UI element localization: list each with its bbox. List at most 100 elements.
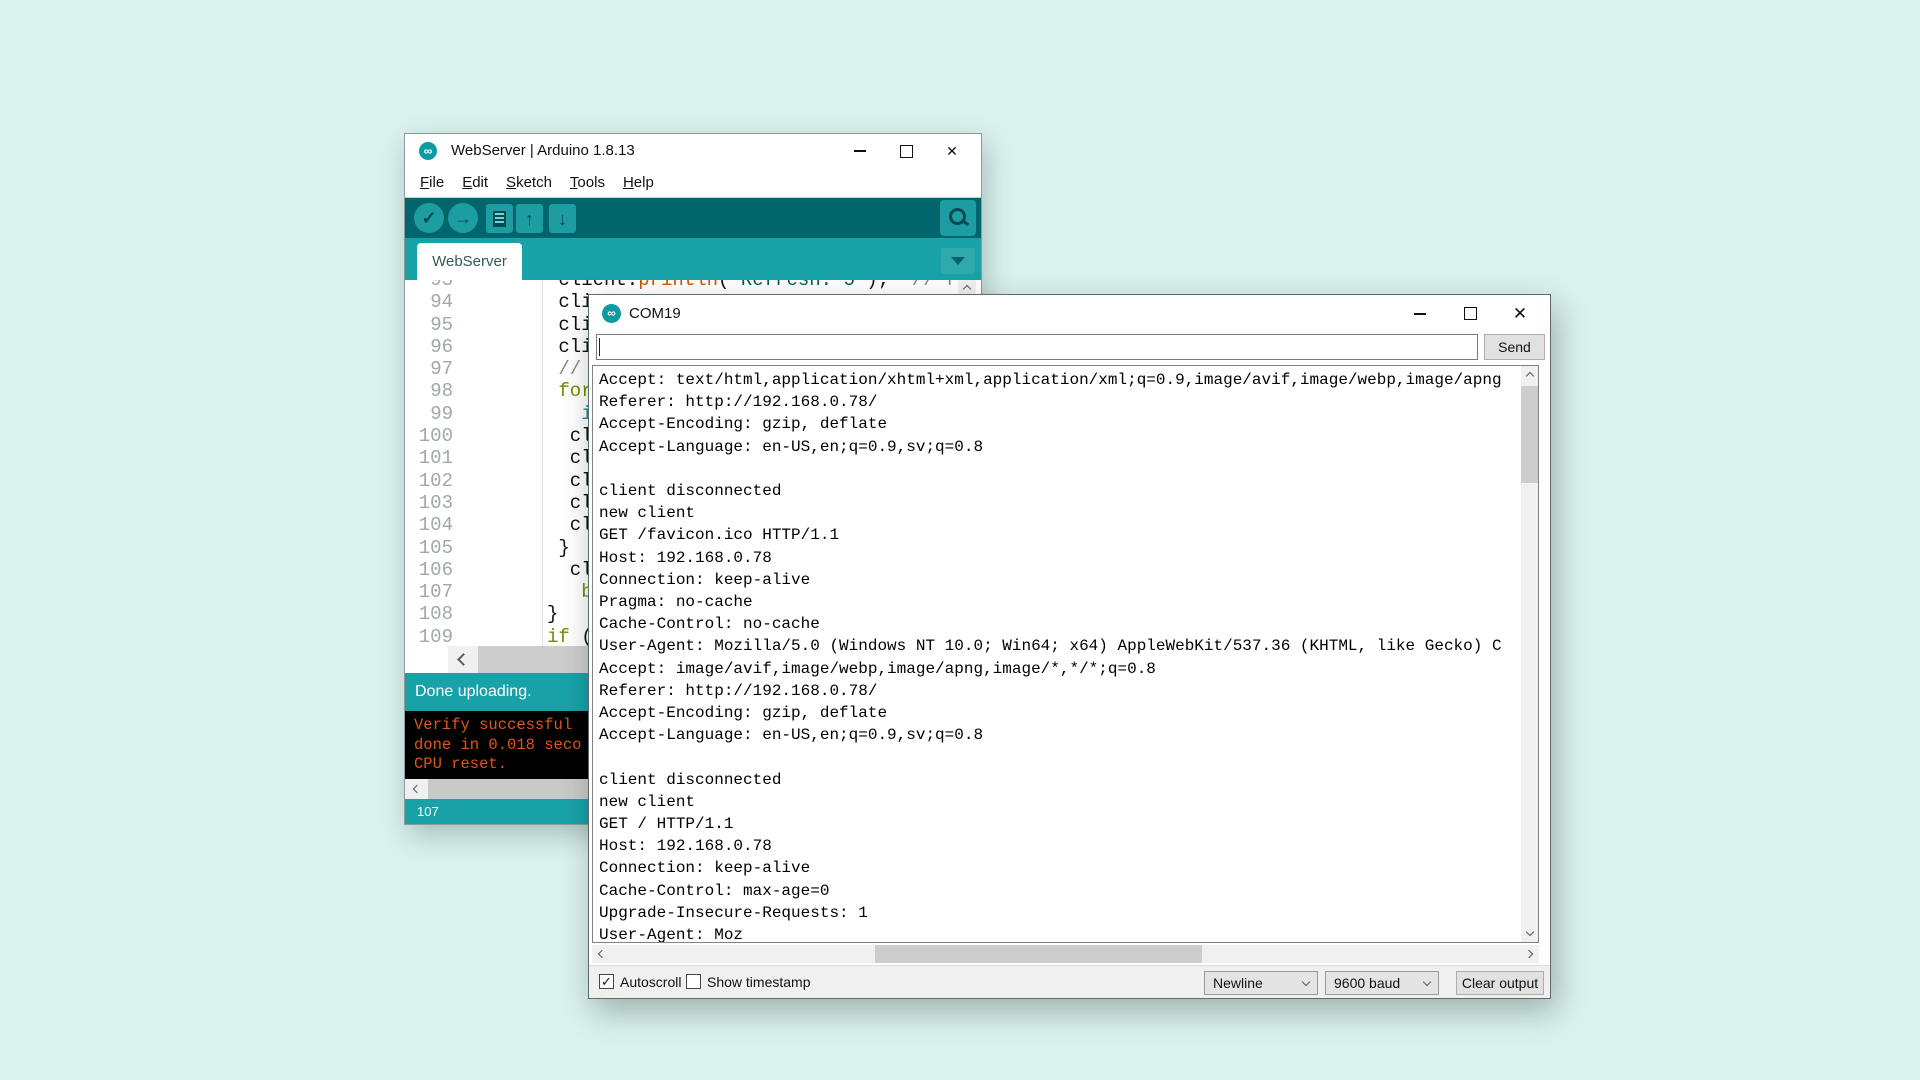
serial-output-area: Accept: text/html,application/xhtml+xml,… [592, 365, 1539, 943]
line-number: 100 [413, 425, 453, 447]
document-icon [493, 211, 506, 227]
console-scroll-left-button[interactable] [405, 779, 426, 799]
close-button[interactable]: ✕ [1495, 295, 1545, 332]
arduino-window-title: WebServer | Arduino 1.8.13 [451, 134, 635, 168]
magnifier-handle [961, 219, 969, 226]
scroll-left-button[interactable] [448, 646, 475, 673]
serial-output-line: Host: 192.168.0.78 [599, 835, 1518, 857]
menu-tools[interactable]: Tools [561, 169, 614, 197]
serial-output-line: Accept: image/avif,image/webp,image/apng… [599, 658, 1518, 680]
clear-output-button[interactable]: Clear output [1456, 971, 1544, 995]
cursor-line-indicator: 107 [417, 804, 439, 819]
serial-output-line: client disconnected [599, 769, 1518, 791]
line-ending-select[interactable]: Newline [1204, 971, 1318, 995]
maximize-button[interactable] [1445, 295, 1495, 332]
menubar: FileEditSketchToolsHelp [405, 168, 981, 198]
down-arrow-icon: ↓ [558, 210, 567, 228]
line-number: 103 [413, 492, 453, 514]
verify-button[interactable]: ✓ [414, 203, 444, 233]
send-button[interactable]: Send [1484, 334, 1545, 360]
editor-vertical-scrollbar[interactable] [958, 280, 976, 295]
serial-monitor-button[interactable] [940, 200, 976, 236]
menu-file[interactable]: File [411, 169, 453, 197]
serial-output-line: User-Agent: Mozilla/5.0 (Windows NT 10.0… [599, 635, 1518, 657]
serial-output-line: Accept-Encoding: gzip, deflate [599, 413, 1518, 435]
close-icon: ✕ [1513, 305, 1527, 322]
menu-help[interactable]: Help [614, 169, 663, 197]
serial-output-line: Accept-Language: en-US,en;q=0.9,sv;q=0.8 [599, 724, 1518, 746]
serial-output-line: Host: 192.168.0.78 [599, 547, 1518, 569]
line-number: 105 [413, 537, 453, 559]
baud-rate-select[interactable]: 9600 baud [1325, 971, 1439, 995]
text-caret [599, 338, 600, 356]
menu-edit[interactable]: Edit [453, 169, 497, 197]
chevron-left-icon [457, 653, 470, 666]
right-arrow-icon: → [454, 209, 472, 227]
new-sketch-button[interactable] [486, 204, 513, 233]
show-timestamp-checkbox[interactable] [686, 974, 701, 989]
minimize-icon [854, 150, 866, 152]
line-number: 99 [413, 403, 453, 425]
autoscroll-checkbox[interactable]: ✓ [599, 974, 614, 989]
output-scrollbar-thumb[interactable] [1521, 386, 1538, 483]
line-number-gutter: 9394959697989910010110210310410510610710… [413, 280, 453, 646]
line-number: 97 [413, 358, 453, 380]
close-button[interactable]: ✕ [929, 134, 975, 168]
line-number: 93 [413, 280, 453, 291]
save-sketch-button[interactable]: ↓ [549, 204, 576, 233]
minimize-icon [1414, 313, 1426, 315]
line-number: 109 [413, 626, 453, 646]
line-ending-value: Newline [1213, 975, 1263, 991]
check-icon: ✓ [421, 209, 436, 227]
code-token: println [638, 280, 718, 291]
output-hscrollbar-thumb[interactable] [875, 945, 1202, 963]
line-number: 104 [413, 514, 453, 536]
tab-menu-button[interactable] [941, 248, 975, 274]
line-number: 96 [413, 336, 453, 358]
upload-button[interactable]: → [448, 203, 478, 233]
serial-send-input[interactable] [596, 334, 1478, 360]
serial-output-text: Accept: text/html,application/xhtml+xml,… [599, 369, 1518, 943]
autoscroll-label: Autoscroll [620, 974, 681, 990]
arduino-titlebar[interactable]: ∞ WebServer | Arduino 1.8.13 ✕ [405, 134, 981, 168]
serial-output-line: Connection: keep-alive [599, 857, 1518, 879]
chevron-down-icon [951, 257, 965, 265]
serial-output-line: client disconnected [599, 480, 1518, 502]
serial-output-line: Upgrade-Insecure-Requests: 1 [599, 902, 1518, 924]
serial-output-line: Accept-Encoding: gzip, deflate [599, 702, 1518, 724]
chevron-down-icon [1525, 928, 1533, 936]
line-number: 95 [413, 314, 453, 336]
maximize-button[interactable] [883, 134, 929, 168]
scroll-right-button[interactable] [1522, 945, 1539, 963]
serial-controls-bar: ✓ Autoscroll Show timestamp Newline 9600… [589, 965, 1550, 998]
scroll-left-button[interactable] [592, 945, 609, 963]
tab-label: WebServer [432, 253, 507, 270]
code-token: ); [866, 280, 912, 291]
line-number: 94 [413, 291, 453, 313]
minimize-button[interactable] [837, 134, 883, 168]
code-token: client. [558, 280, 638, 291]
maximize-icon [1464, 307, 1477, 320]
tab-websketch[interactable]: WebServer [417, 243, 522, 280]
scroll-up-button[interactable] [1521, 366, 1538, 383]
serial-output-line: User-Agent: Moz [599, 924, 1518, 943]
chevron-down-icon [1302, 977, 1310, 985]
chevron-right-icon [1525, 950, 1533, 958]
scroll-down-button[interactable] [1521, 925, 1538, 942]
serial-output-line [599, 746, 1518, 768]
close-icon: ✕ [946, 144, 958, 158]
output-vertical-scrollbar[interactable] [1521, 366, 1538, 942]
serial-titlebar[interactable]: ∞ COM19 ✕ [589, 295, 1550, 332]
tabbar: WebServer [405, 238, 981, 280]
chevron-up-icon [1525, 372, 1533, 380]
output-horizontal-scrollbar[interactable] [592, 945, 1539, 963]
serial-output-line: new client [599, 791, 1518, 813]
code-token: if [547, 626, 581, 646]
minimize-button[interactable] [1395, 295, 1445, 332]
menu-sketch[interactable]: Sketch [497, 169, 561, 197]
line-number: 107 [413, 581, 453, 603]
serial-output-line: Accept: text/html,application/xhtml+xml,… [599, 369, 1518, 391]
code-token: } [547, 603, 558, 625]
open-sketch-button[interactable]: ↑ [516, 204, 543, 233]
serial-output-line: Pragma: no-cache [599, 591, 1518, 613]
